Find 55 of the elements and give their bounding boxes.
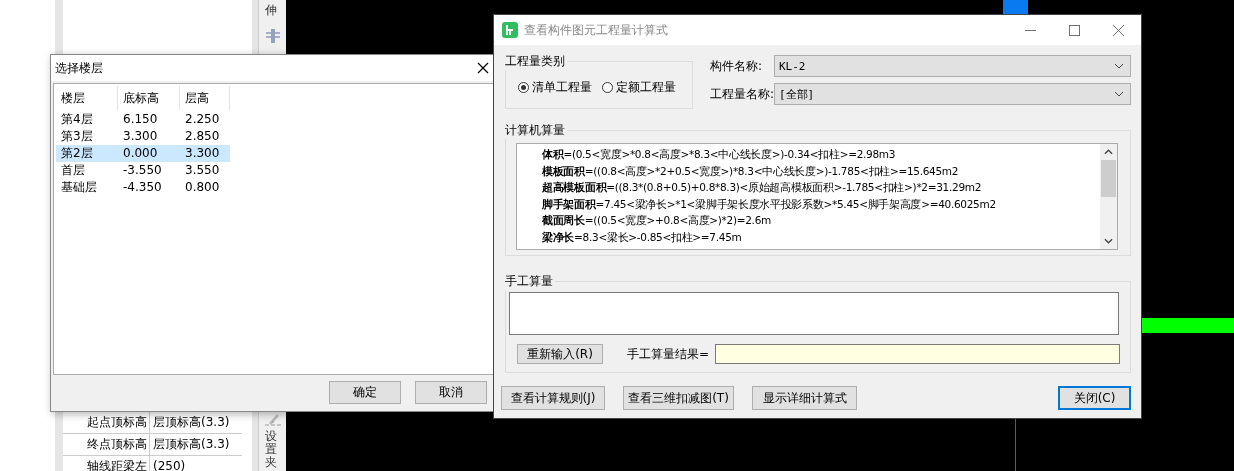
property-value: 层顶标高(3.3)	[152, 414, 230, 431]
column-header[interactable]: 层高	[180, 86, 230, 110]
group-label: 计算机算量	[505, 122, 567, 139]
close-icon[interactable]	[477, 62, 489, 74]
floor-row[interactable]: 第3层 3.300 2.850	[56, 128, 230, 145]
scrollbar[interactable]	[1100, 144, 1117, 249]
radio-option[interactable]: 定额工程量	[602, 79, 676, 96]
radio-option[interactable]: 清单工程量	[518, 79, 592, 96]
maximize-icon[interactable]	[1069, 24, 1080, 36]
column-header[interactable]: 底标高	[118, 86, 180, 110]
app-icon	[502, 22, 518, 38]
formula-line: 超高模板面积=((8.3*(0.8+0.5)+0.8*8.3)<原始超高模板面积>-1.785<扣柱>)*2=31.29m2	[542, 180, 983, 195]
property-value: 层顶标高(3.3)	[152, 436, 230, 453]
floor-row[interactable]: 首层 -3.550 3.550	[56, 162, 230, 179]
floor-row[interactable]: 第4层 6.150 2.250	[56, 111, 230, 128]
quantity-dropdown[interactable]: [全部]	[774, 83, 1131, 105]
dialog-button[interactable]: 查看三维扣减图(T)	[623, 386, 734, 410]
field-label: 手工算量结果=	[627, 345, 711, 363]
window-title: 选择楼层	[55, 59, 104, 77]
formula-line: 体积=(0.5<宽度>*0.8<高度>*8.3<中心线长度>)-0.34<扣柱>=2.98m3	[542, 147, 897, 162]
dialog-button[interactable]: 关闭(C)	[1058, 386, 1131, 410]
field-label: 构件名称:	[710, 57, 764, 75]
property-value: (250)	[152, 458, 186, 471]
field-label: 工程量名称:	[710, 85, 774, 103]
result-field[interactable]	[715, 344, 1120, 364]
toolbar-label[interactable]: 设置夹	[265, 430, 277, 470]
formula-line: 梁净长=8.3<梁长>-0.85<扣柱>=7.45m	[542, 229, 743, 245]
formula-line: 脚手架面积=7.45<梁净长>*1<梁脚手架长度水平投影系数>*5.45<脚手架高度>=40.6025m2	[542, 196, 997, 212]
pencil-icon[interactable]	[265, 411, 281, 427]
formula-line: 模板面积=((0.8<高度>*2+0.5<宽度>)*8.3<中心线长度>)-1.785<扣柱>=15.645m2	[542, 163, 960, 179]
formula-line: 截面周长=((0.5<宽度>+0.8<高度>)*2)=2.6m	[542, 213, 772, 228]
floor-row[interactable]: 第2层 0.000 3.300	[56, 145, 230, 162]
dialog-button[interactable]: 显示详细计算式	[752, 386, 857, 410]
group-label: 工程量类别	[505, 53, 567, 70]
column-header[interactable]: 楼层	[56, 86, 118, 110]
radio-circle[interactable]	[602, 82, 613, 93]
property-name: 终点顶标高	[63, 434, 150, 455]
scroll-down-icon[interactable]	[1104, 238, 1113, 244]
toolbar-label[interactable]: 伸	[265, 4, 277, 18]
axis-line	[1015, 418, 1016, 471]
chevron-down-icon[interactable]	[1114, 91, 1124, 97]
chevron-down-icon[interactable]	[1114, 63, 1124, 69]
window-title: 查看构件图元工程量计算式	[524, 21, 669, 39]
floor-row[interactable]: 基础层 -4.350 0.800	[56, 179, 230, 196]
column-marker	[1003, 0, 1028, 14]
dialog-button[interactable]: 确定	[329, 381, 401, 404]
group-label: 手工算量	[505, 273, 555, 290]
component-dropdown[interactable]: KL-2	[774, 55, 1131, 77]
reinput-button[interactable]: 重新输入(R)	[517, 344, 603, 364]
manual-input-field[interactable]	[509, 292, 1119, 335]
radio-circle[interactable]	[518, 82, 529, 93]
dialog-button[interactable]: 取消	[415, 381, 487, 404]
property-name: 轴线距梁左	[63, 456, 150, 471]
scroll-up-icon[interactable]	[1104, 149, 1113, 155]
dialog-button[interactable]: 查看计算规则(J)	[501, 386, 605, 410]
